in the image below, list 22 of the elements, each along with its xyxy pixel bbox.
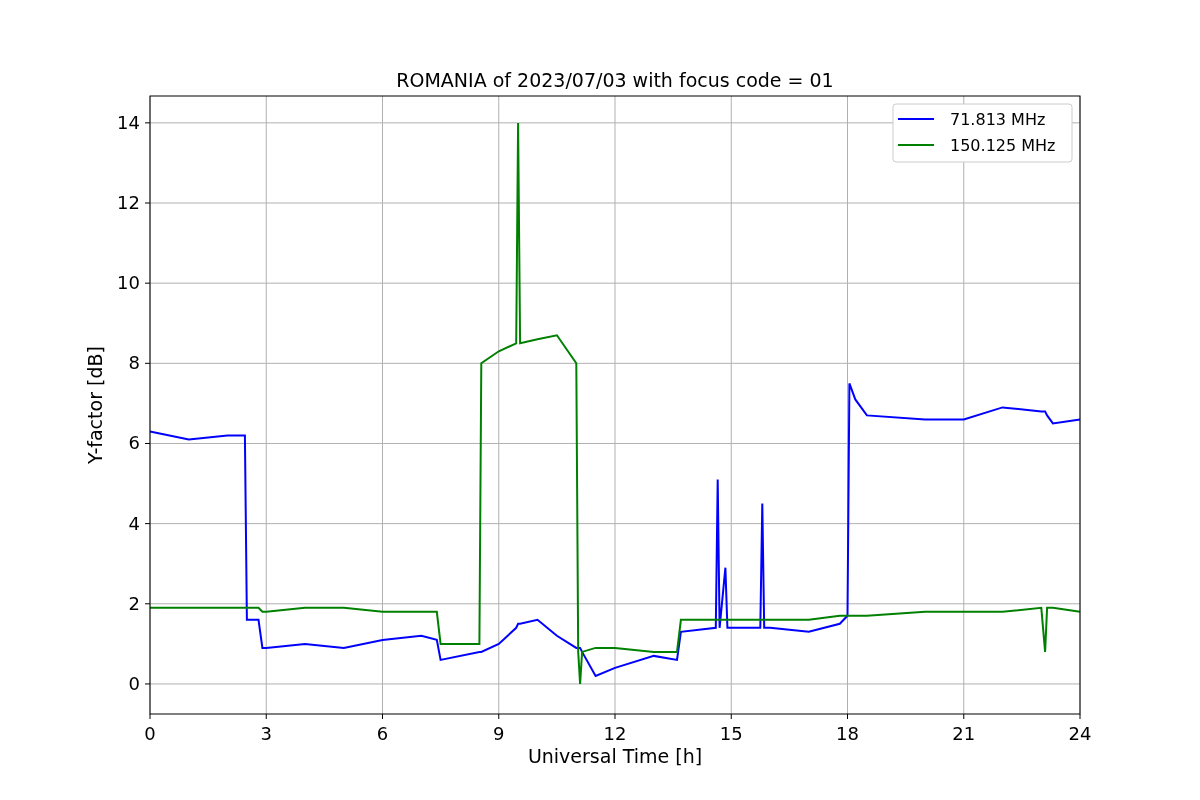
x-tick-label: 9 [493,723,505,744]
y-tick-label: 4 [128,512,140,534]
x-tick-label: 12 [603,723,627,744]
y-tick-label: 10 [117,272,140,294]
x-tick-label: 15 [719,723,743,744]
y-tick-label: 12 [117,192,140,213]
chart-title: ROMANIA of 2023/07/03 with focus code = 01 [396,69,834,91]
y-axis-label: Y-factor [dB] [84,346,106,464]
x-tick-label: 24 [1068,723,1092,744]
legend-label: 71.813 MHz [950,110,1046,129]
x-tick-label: 18 [836,723,859,744]
y-tick-label: 8 [128,352,140,374]
x-tick-label: 0 [144,723,156,744]
x-axis-label: Universal Time [h] [527,745,703,767]
y-tick-label: 6 [128,432,140,454]
x-tick-label: 3 [260,723,272,744]
x-tick-label: 21 [952,723,976,744]
y-tick-label: 0 [128,672,140,694]
x-tick-label: 6 [376,723,389,744]
y-tick-label: 2 [128,592,140,614]
legend-label: 150.125 MHz [950,136,1056,155]
y-tick-label: 14 [117,111,140,133]
